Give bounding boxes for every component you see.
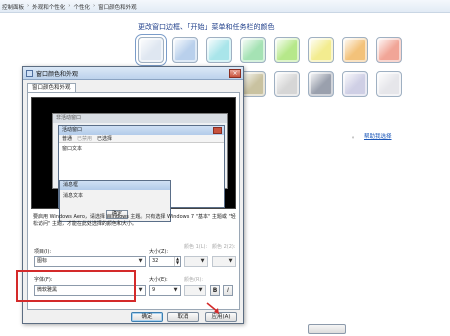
color-swatch[interactable] [376, 37, 402, 63]
breadcrumb-item[interactable]: 个性化 [73, 3, 90, 11]
help-choose-link[interactable]: 帮助我选择 [364, 132, 392, 140]
message-text: 消息文本 [63, 193, 84, 199]
item-size-label: 大小(Z): [149, 249, 169, 255]
color-swatch[interactable] [135, 34, 167, 66]
color-swatch[interactable] [376, 71, 402, 97]
background-button[interactable] [308, 324, 346, 334]
italic-button[interactable]: I [223, 285, 233, 296]
font-size-value: 9 [152, 287, 156, 293]
close-icon [213, 127, 222, 134]
item-select[interactable]: 图标 ▼ [34, 256, 146, 267]
item-label: 项目(I): [34, 249, 52, 255]
font-color-picker[interactable]: ▼ [184, 285, 206, 296]
ok-button[interactable]: 确定 [131, 312, 163, 322]
close-button[interactable]: × [229, 69, 241, 78]
menu-item-normal[interactable]: 普通 [62, 135, 72, 142]
breadcrumb-item[interactable]: 控制面板 [2, 3, 24, 11]
chevron-down-icon: ▼ [138, 258, 143, 264]
menu-item-selected[interactable]: 已选择 [97, 135, 112, 142]
spinner-arrows-icon[interactable]: ▲ ▼ [174, 257, 180, 266]
chevron-down-icon: ▼ [138, 287, 143, 293]
color-swatch[interactable] [206, 37, 232, 63]
annotation-arrow-icon [206, 302, 219, 314]
color-swatch[interactable] [172, 37, 198, 63]
link-prefix-text: 。 [352, 134, 358, 140]
color1-picker[interactable]: ▼ [184, 256, 208, 267]
chevron-down-icon: ▼ [173, 287, 178, 293]
window-icon [26, 69, 33, 77]
item-size-input[interactable]: 32 ▲ ▼ [149, 256, 181, 267]
item-size-value: 32 [152, 258, 159, 264]
color1-label: 颜色 1(L): [184, 244, 208, 250]
window-text: 窗口文本 [62, 146, 83, 152]
chevron-down-icon: ▼ [198, 287, 203, 293]
color-swatch[interactable] [308, 37, 334, 63]
appearance-preview[interactable]: 非活动窗口 活动窗口 普通 已禁用 已选择 窗口文本 消息框 消息文本 确定 [31, 97, 236, 222]
chevron-down-icon: ▼ [200, 258, 205, 264]
font-color-label: 颜色(R): [184, 277, 204, 283]
color-swatch[interactable] [342, 71, 368, 97]
color2-label: 颜色 2(2): [212, 244, 236, 250]
color-swatch[interactable] [342, 37, 368, 63]
color-swatch[interactable] [274, 37, 300, 63]
active-window-title: 活动窗口 [59, 126, 224, 135]
color-swatch[interactable] [240, 37, 266, 63]
dialog-titlebar[interactable]: 窗口颜色和外观 [23, 67, 243, 80]
cancel-button[interactable]: 取消 [167, 312, 199, 322]
annotation-highlight-box [16, 270, 136, 302]
chevron-right-icon: › [92, 3, 96, 9]
aero-description: 要启用 Windows Aero，请选择 Windows 主题。只有选择 Win… [33, 214, 236, 227]
bold-button[interactable]: B [210, 285, 220, 296]
breadcrumb-item[interactable]: 窗口颜色和外观 [98, 3, 137, 11]
breadcrumb: 控制面板 › 外观和个性化 › 个性化 › 窗口颜色和外观 [2, 3, 137, 11]
breadcrumb-item[interactable]: 外观和个性化 [32, 3, 65, 11]
message-box-title: 消息框 [60, 181, 170, 190]
color-swatch[interactable] [274, 71, 300, 97]
menu-item-disabled[interactable]: 已禁用 [77, 135, 92, 142]
item-select-value: 图标 [37, 258, 48, 264]
page-title: 更改窗口边框、「开始」菜单和任务栏的颜色 [138, 23, 275, 31]
inactive-window-title: 非活动窗口 [53, 114, 227, 123]
preview-menu-bar: 普通 已禁用 已选择 [59, 135, 224, 143]
color-swatch[interactable] [308, 71, 334, 97]
chevron-right-icon: › [68, 3, 71, 9]
chevron-down-icon: ▼ [228, 258, 233, 264]
dialog-title: 窗口颜色和外观 [36, 70, 79, 78]
font-size-label: 大小(E): [149, 277, 168, 283]
font-size-select[interactable]: 9 ▼ [149, 285, 181, 296]
color2-picker[interactable]: ▼ [212, 256, 236, 267]
chevron-right-icon: › [27, 3, 30, 9]
address-bar: 控制面板 › 外观和个性化 › 个性化 › 窗口颜色和外观 [0, 0, 450, 13]
